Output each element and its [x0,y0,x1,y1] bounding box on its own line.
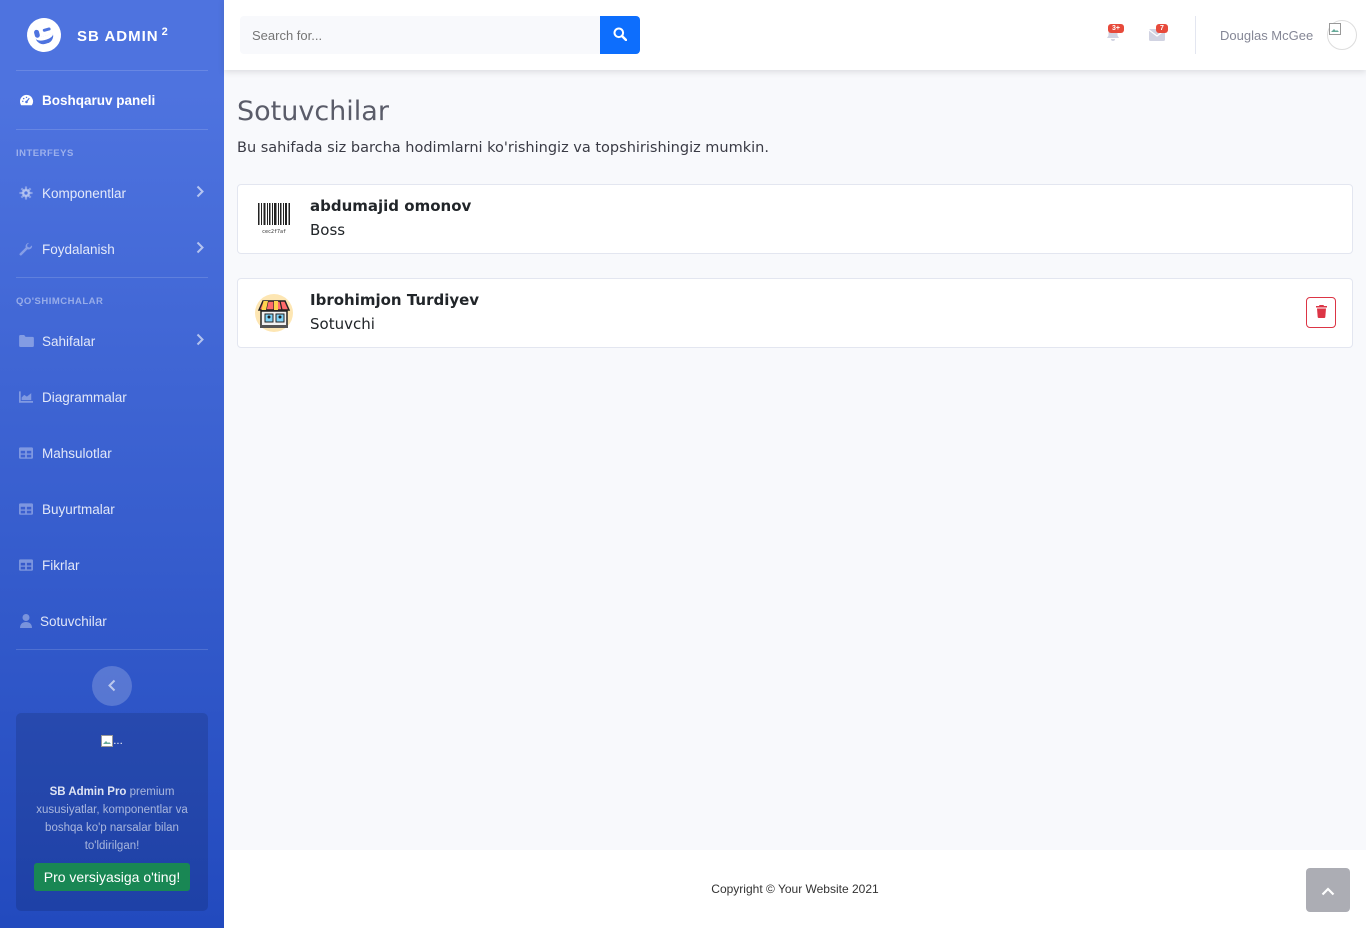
sidebar-item-utilities[interactable]: Foydalanish [0,221,224,277]
promo-image: ... [101,735,123,747]
delete-seller-button[interactable] [1306,297,1336,328]
laugh-wink-icon [23,14,65,56]
seller-name: abdumajid omonov [310,197,472,215]
sidebar-item-label: Fikrlar [42,557,80,573]
sidebar-item-label: Buyurtmalar [42,501,115,517]
messages-badge: 7 [1156,24,1168,33]
sidebar-item-label: Sahifalar [42,333,96,349]
copyright-text: Copyright © Your Website 2021 [711,882,879,896]
page-title: Sotuvchilar [237,96,389,127]
seller-role: Sotuvchi [310,315,375,333]
sidebar-item-products[interactable]: Mahsulotlar [0,425,224,481]
shop-avatar [254,293,294,333]
search-input[interactable] [240,16,600,54]
chevron-right-icon [196,333,204,349]
table-icon [17,559,35,571]
footer: Copyright © Your Website 2021 [224,850,1366,928]
chevron-left-icon [108,677,116,696]
alerts-dropdown[interactable]: 3+ [1104,22,1128,46]
area-chart-icon [17,391,35,403]
brand-name: SB ADMIN 2 [77,25,169,45]
messages-dropdown[interactable]: 7 [1148,22,1172,46]
seller-card: cec2f7af abdumajid omonov Boss [237,184,1353,254]
wrench-icon [17,242,35,256]
sidebar-toggle-button[interactable] [92,666,132,706]
sidebar-item-label: Komponentlar [42,185,127,201]
chevron-right-icon [196,241,204,257]
search-icon [613,26,628,45]
sidebar-item-dashboard[interactable]: Boshqaruv paneli [0,71,224,129]
sidebar-item-label: Diagrammalar [42,389,127,405]
seller-role: Boss [310,221,346,239]
topbar-divider [1195,16,1196,54]
table-icon [17,503,35,515]
chevron-up-icon [1321,881,1335,900]
barcode-avatar: cec2f7af [254,199,294,239]
alerts-badge: 3+ [1108,24,1124,33]
sidebar-item-feedback[interactable]: Fikrlar [0,537,224,593]
sidebar-item-sellers[interactable]: Sotuvchilar [0,593,224,649]
table-icon [17,447,35,459]
user-name[interactable]: Douglas McGee [1220,28,1313,43]
folder-icon [17,335,35,347]
scroll-to-top-button[interactable] [1306,868,1350,912]
search-form [240,16,640,54]
trash-icon [1315,303,1327,322]
sidebar-heading-addons: QO'SHIMCHALAR [16,296,104,307]
sidebar-item-charts[interactable]: Diagrammalar [0,369,224,425]
sidebar-item-label: Foydalanish [42,241,115,257]
sidebar-item-orders[interactable]: Buyurtmalar [0,481,224,537]
upgrade-pro-button[interactable]: Pro versiyasiga o'ting! [33,863,191,891]
sidebar-item-components[interactable]: Komponentlar [0,165,224,221]
user-avatar[interactable] [1327,20,1357,50]
page-description: Bu sahifada siz barcha hodimlarni ko'ris… [237,140,769,156]
sidebar-item-label: Sotuvchilar [40,613,107,629]
topbar: 3+ 7 Douglas McGee [224,0,1366,70]
seller-card: Ibrohimjon Turdiyev Sotuvchi [237,278,1353,348]
sidebar-divider [16,649,208,650]
chevron-right-icon [196,185,204,201]
sidebar-item-label: Boshqaruv paneli [42,92,156,108]
svg-text:cec2f7af: cec2f7af [262,229,286,235]
sidebar: SB ADMIN 2 Boshqaruv paneli INTERFEYS Kom… [0,0,224,928]
promo-card: ... SB Admin Pro premium xususiyatlar, k… [16,713,208,911]
sidebar-heading-interface: INTERFEYS [16,148,74,159]
seller-name: Ibrohimjon Turdiyev [310,291,480,309]
sidebar-item-pages[interactable]: Sahifalar [0,313,224,369]
gear-icon [17,186,35,200]
tachometer-icon [17,94,35,107]
search-button[interactable] [600,16,640,54]
promo-text: SB Admin Pro premium xususiyatlar, kompo… [36,786,188,852]
brand-link[interactable]: SB ADMIN 2 [0,0,224,70]
user-icon [17,614,35,628]
sidebar-item-label: Mahsulotlar [42,445,112,461]
